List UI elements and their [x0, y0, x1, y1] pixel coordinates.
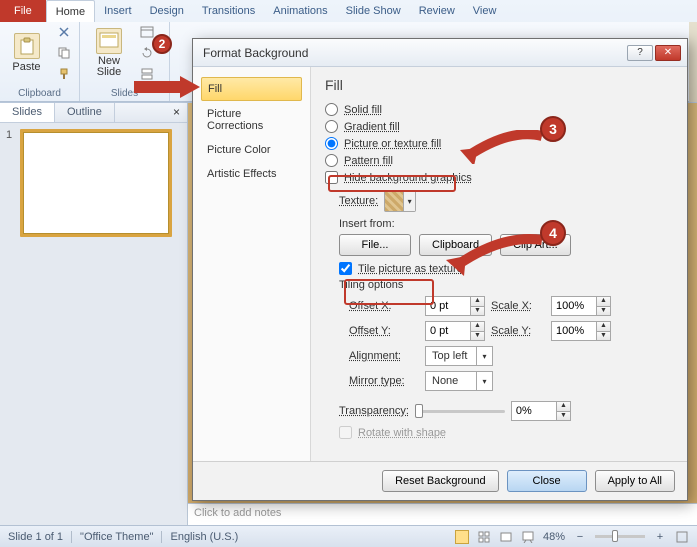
dialog-close-button[interactable]: ✕: [655, 45, 681, 61]
alignment-label: Alignment:: [349, 350, 419, 362]
view-slideshow-icon[interactable]: [521, 530, 535, 544]
alignment-combo[interactable]: Top left▾: [425, 346, 493, 366]
paste-label: Paste: [12, 61, 40, 73]
arrow-to-file: [446, 234, 546, 276]
slide-thumbnail[interactable]: [20, 129, 172, 237]
arrow-to-fill: [134, 76, 200, 98]
callout-3: 3: [540, 116, 566, 142]
nav-picture-color[interactable]: Picture Color: [201, 139, 302, 161]
clipboard-icon: [14, 33, 40, 59]
edge-strip: [689, 22, 697, 102]
offset-y-label: Offset Y:: [349, 325, 419, 337]
texture-label: Texture:: [339, 195, 378, 207]
tab-slide-show[interactable]: Slide Show: [337, 0, 410, 22]
arrow-to-picture-fill: [460, 130, 546, 164]
nav-picture-corrections[interactable]: Picture Corrections: [201, 103, 302, 137]
zoom-plus-icon[interactable]: +: [653, 530, 667, 544]
close-button[interactable]: Close: [507, 470, 587, 492]
insert-from-label: Insert from:: [339, 218, 673, 230]
reset-background-button[interactable]: Reset Background: [382, 470, 499, 492]
cut-icon[interactable]: [55, 23, 73, 41]
view-normal-icon[interactable]: [455, 530, 469, 544]
scale-y-input[interactable]: ▲▼: [551, 321, 611, 341]
pane-tab-outline[interactable]: Outline: [55, 103, 115, 122]
slide-icon: [96, 28, 122, 54]
check-rotate-with-shape: Rotate with shape: [339, 426, 673, 439]
zoom-slider[interactable]: [595, 535, 645, 538]
status-slide: Slide 1 of 1: [8, 531, 63, 543]
nav-fill[interactable]: Fill: [201, 77, 302, 101]
format-painter-icon[interactable]: [55, 65, 73, 83]
tab-transitions[interactable]: Transitions: [193, 0, 264, 22]
transparency-label: Transparency:: [339, 405, 409, 417]
tab-design[interactable]: Design: [141, 0, 193, 22]
mirror-label: Mirror type:: [349, 375, 419, 387]
format-background-dialog: Format Background ? ✕ Fill Picture Corre…: [192, 38, 688, 501]
highlight-file-button: [344, 279, 434, 305]
view-reading-icon[interactable]: [499, 530, 513, 544]
transparency-input[interactable]: ▲▼: [511, 401, 571, 421]
radio-solid-fill[interactable]: Solid fill: [325, 103, 673, 116]
callout-2: 2: [152, 34, 172, 54]
zoom-minus-icon[interactable]: −: [573, 530, 587, 544]
dialog-title: Format Background: [203, 46, 308, 60]
tab-home[interactable]: Home: [46, 0, 95, 22]
status-zoom: 48%: [543, 531, 565, 543]
group-clipboard-label: Clipboard: [6, 88, 73, 99]
callout-4: 4: [540, 220, 566, 246]
tab-view[interactable]: View: [464, 0, 506, 22]
scale-x-input[interactable]: ▲▼: [551, 296, 611, 316]
scale-x-label: Scale X:: [491, 300, 545, 312]
new-slide-button[interactable]: New Slide: [86, 28, 132, 78]
notes-placeholder[interactable]: Click to add notes: [188, 503, 697, 525]
view-sorter-icon[interactable]: [477, 530, 491, 544]
status-theme: "Office Theme": [80, 531, 153, 543]
file-button[interactable]: File...: [339, 234, 411, 256]
texture-picker[interactable]: ▾: [384, 190, 416, 212]
mirror-combo[interactable]: None▾: [425, 371, 493, 391]
new-slide-label: New Slide: [97, 56, 121, 78]
paste-button[interactable]: Paste: [6, 33, 47, 73]
copy-icon[interactable]: [55, 44, 73, 62]
tab-animations[interactable]: Animations: [264, 0, 336, 22]
pane-close-icon[interactable]: ×: [166, 103, 187, 122]
tab-insert[interactable]: Insert: [95, 0, 141, 22]
status-language[interactable]: English (U.S.): [170, 531, 238, 543]
tab-review[interactable]: Review: [410, 0, 464, 22]
scale-y-label: Scale Y:: [491, 325, 545, 337]
transparency-slider[interactable]: [415, 410, 505, 413]
highlight-picture-fill: [328, 175, 456, 192]
offset-y-input[interactable]: ▲▼: [425, 321, 485, 341]
nav-artistic-effects[interactable]: Artistic Effects: [201, 163, 302, 185]
fill-heading: Fill: [325, 77, 673, 93]
slide-thumb-number: 1: [6, 129, 12, 141]
dialog-help-button[interactable]: ?: [627, 45, 653, 61]
pane-tab-slides[interactable]: Slides: [0, 103, 55, 122]
apply-to-all-button[interactable]: Apply to All: [595, 470, 675, 492]
file-tab[interactable]: File: [0, 0, 46, 22]
offset-x-input[interactable]: ▲▼: [425, 296, 485, 316]
fit-window-icon[interactable]: [675, 530, 689, 544]
